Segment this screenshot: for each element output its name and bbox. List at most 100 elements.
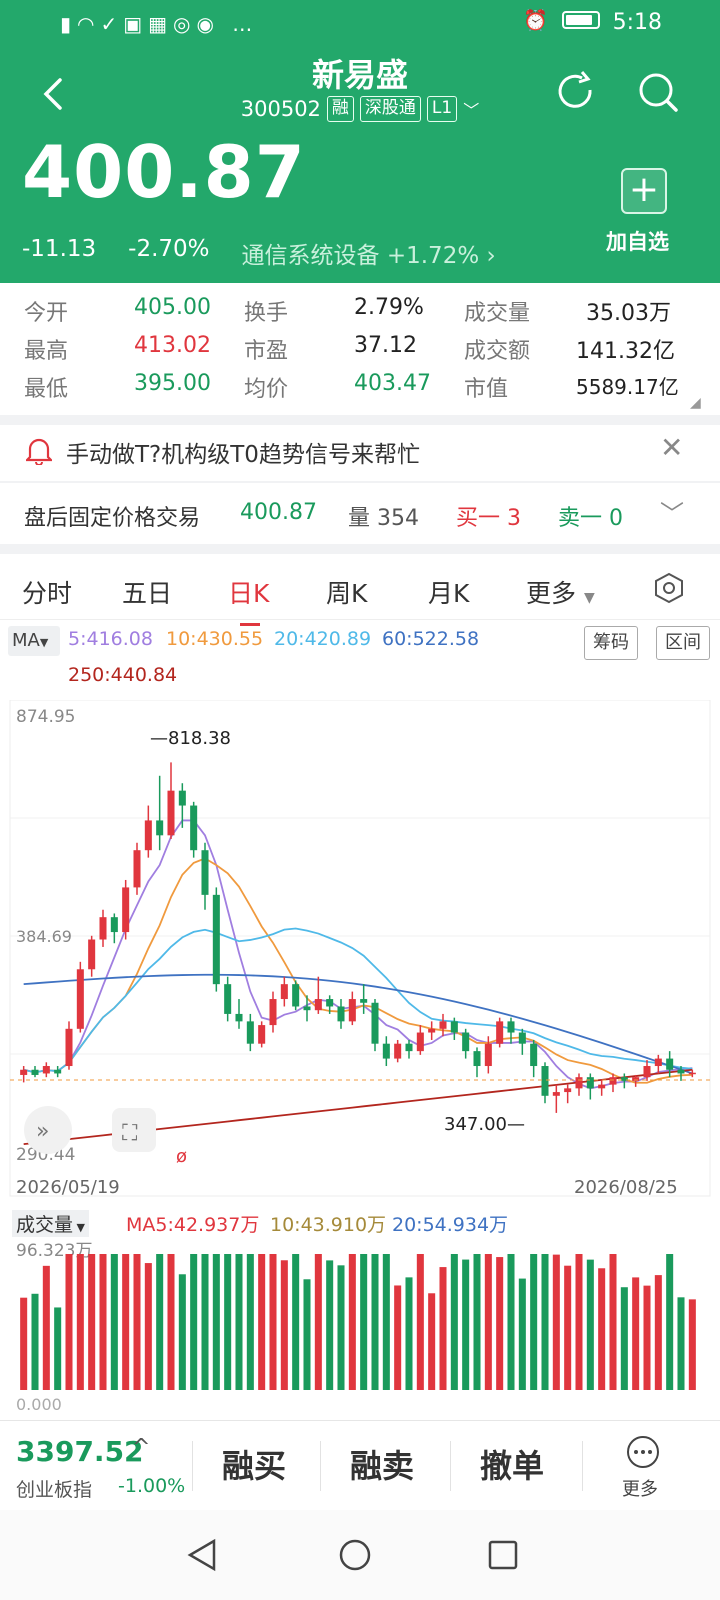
candle-body <box>530 1043 538 1067</box>
tab-five-day[interactable]: 五日 <box>122 574 172 610</box>
candle-body <box>586 1077 594 1089</box>
alarm-icon: ⏰ <box>523 8 548 32</box>
volume-bar <box>144 1263 152 1390</box>
bell-icon <box>26 438 52 465</box>
volume-bar <box>65 1254 73 1390</box>
candle-body <box>394 1043 402 1059</box>
candle-body <box>473 1051 481 1067</box>
more-label: 更多 <box>622 1479 658 1500</box>
tab-more-label: 更多 <box>526 579 577 608</box>
volume-bar <box>632 1277 640 1390</box>
bottom-action-bar: 3397.52 ^ 创业板指 -1.00% 融买 融卖 撤单 更多 <box>0 1420 720 1510</box>
after-hours-sell: 卖一 0 <box>558 506 623 531</box>
volume-bar <box>280 1260 288 1390</box>
volume-zero-label: 0.000 <box>16 1395 62 1414</box>
quote-label: 换手 <box>244 301 289 326</box>
chevron-down-icon[interactable]: ﹀ <box>660 494 684 529</box>
tab-more[interactable]: 更多 ▼ <box>526 574 595 610</box>
candle-body <box>609 1077 617 1085</box>
low-marker-label: 347.00— <box>444 1114 525 1135</box>
quote-value: 141.32亿 <box>576 339 675 364</box>
volume-bar <box>575 1254 583 1390</box>
quote-label: 市盈 <box>244 339 289 364</box>
ma5-value: 5:416.08 <box>68 628 153 650</box>
margin-sell-button[interactable]: 融卖 <box>350 1441 414 1487</box>
volume-bar <box>530 1254 538 1390</box>
separator <box>320 1441 321 1491</box>
candle-body <box>246 1021 254 1044</box>
volume-selector-label: 成交量 <box>16 1214 74 1236</box>
refresh-icon[interactable] <box>554 70 598 114</box>
volume-bar <box>394 1285 402 1390</box>
volume-bar <box>416 1254 424 1390</box>
after-hours-volume: 量 354 <box>348 506 419 531</box>
volume-bar <box>337 1265 345 1390</box>
candle-body <box>88 939 96 970</box>
volume-bar <box>224 1254 232 1390</box>
separator <box>450 1441 451 1491</box>
after-hours-buy: 买一 3 <box>456 506 521 531</box>
candle-body <box>303 1006 311 1011</box>
candle-body <box>507 1021 515 1033</box>
index-name: 创业板指 <box>16 1479 93 1501</box>
add-watchlist-label[interactable]: 加自选 <box>606 226 669 256</box>
volume-bar <box>326 1260 334 1390</box>
mid-price-label: 384.69 <box>16 927 72 946</box>
candlestick-chart[interactable]: 874.95 290.44 384.69 —818.38 347.00— » ⛶… <box>0 700 720 1200</box>
volume-bar <box>156 1254 164 1390</box>
candle-body <box>144 820 152 851</box>
double-chevron-icon: » <box>36 1119 49 1144</box>
volume-bar <box>292 1254 300 1390</box>
chip-button[interactable]: 筹码 <box>584 626 638 660</box>
candle-body <box>371 1002 379 1044</box>
nav-back-icon[interactable] <box>186 1538 218 1572</box>
tag-margin: 融 <box>326 96 354 122</box>
add-watchlist-button[interactable]: + <box>621 168 667 214</box>
nav-recents-icon[interactable] <box>488 1540 518 1570</box>
notice-banner[interactable]: 手动做T?机构级T0趋势信号来帮忙 ✕ <box>0 425 720 481</box>
tab-weekly-k[interactable]: 周K <box>326 574 367 610</box>
quote-label: 最高 <box>24 339 69 364</box>
volume-bar <box>190 1254 198 1390</box>
settings-hexagon-icon[interactable] <box>654 572 684 604</box>
quote-label: 市值 <box>464 377 509 402</box>
x-start-label: 2026/05/19 <box>16 1177 120 1198</box>
vol-ma5: MA5:42.937万 <box>126 1214 260 1236</box>
separator <box>582 1441 583 1491</box>
sector-link[interactable]: 通信系统设备 +1.72% › <box>242 236 496 270</box>
nav-home-icon[interactable] <box>338 1538 372 1572</box>
candle-body <box>462 1032 470 1052</box>
range-button[interactable]: 区间 <box>656 626 710 660</box>
stock-code-row[interactable]: 300502 融 深股通 L1 ﹀ <box>0 96 720 122</box>
ma20-value: 20:420.89 <box>274 628 372 650</box>
candle-body <box>541 1066 549 1096</box>
volume-bar <box>314 1254 322 1390</box>
ma-selector-button[interactable]: MA▼ <box>8 626 60 656</box>
tab-intraday[interactable]: 分时 <box>22 574 72 610</box>
event-marker-icon[interactable]: ø <box>176 1146 187 1167</box>
candle-body <box>348 999 356 1022</box>
cancel-order-button[interactable]: 撤单 <box>480 1441 544 1487</box>
volume-bar <box>348 1254 356 1390</box>
stock-name: 新易盛 <box>311 56 408 94</box>
volume-chart[interactable]: 0.000 <box>0 1244 720 1416</box>
candle-body <box>224 984 232 1014</box>
margin-buy-button[interactable]: 融买 <box>222 1441 286 1487</box>
battery-icon <box>562 11 600 29</box>
tab-daily-k[interactable]: 日K <box>228 574 269 626</box>
candle-body <box>235 1013 243 1022</box>
vol-ma20: 20:54.934万 <box>392 1214 509 1236</box>
status-time: 5:18 <box>612 10 662 35</box>
after-hours-row[interactable]: 盘后固定价格交易 400.87 量 354 买一 3 卖一 0 ﹀ <box>0 494 720 544</box>
candle-body <box>416 1032 424 1052</box>
candle-body <box>269 999 277 1026</box>
tab-monthly-k[interactable]: 月K <box>428 574 469 610</box>
divider <box>0 481 720 483</box>
stock-header: ▮◠✓▣▦◎◉ … ⏰ 5:18 新易盛 300502 融 深股通 L1 ﹀ 4… <box>0 0 720 283</box>
close-icon[interactable]: ✕ <box>660 431 683 464</box>
quote-value: 2.79% <box>354 295 424 320</box>
search-icon[interactable] <box>636 70 680 114</box>
volume-selector-button[interactable]: 成交量 ▼ <box>12 1210 89 1237</box>
expand-corner-icon[interactable]: ◢ <box>690 395 701 411</box>
quote-value: 403.47 <box>354 371 431 396</box>
